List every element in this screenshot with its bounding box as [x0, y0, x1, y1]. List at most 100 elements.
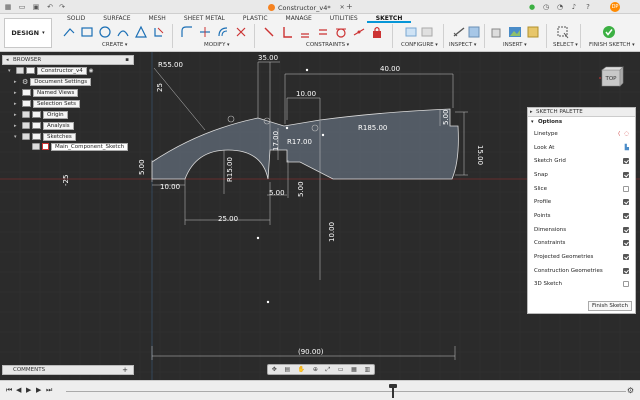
construction-geometries-checkbox[interactable]: [623, 267, 629, 274]
tree-item-origin[interactable]: ▸ Origin: [14, 110, 68, 119]
display-settings-icon[interactable]: ▭: [338, 366, 344, 373]
insert-image-icon[interactable]: [508, 25, 522, 39]
construction-linetype-icon[interactable]: ⟨: [618, 131, 620, 137]
tab-manage[interactable]: MANAGE: [277, 15, 321, 23]
dim-10-vert[interactable]: 10.00: [328, 222, 336, 242]
timeline-settings-icon[interactable]: ⚙: [627, 386, 634, 395]
pan-icon[interactable]: ✋: [298, 366, 305, 373]
perpendicular-constraint-icon[interactable]: [280, 25, 294, 39]
sketch-grid-checkbox[interactable]: [623, 158, 629, 165]
tab-sheet-metal[interactable]: SHEET METAL: [175, 15, 234, 23]
tab-plastic[interactable]: PLASTIC: [234, 15, 277, 23]
go-to-end-icon[interactable]: ⏭: [46, 386, 52, 395]
tree-root[interactable]: ▾ Constructor_v4 ◉: [8, 66, 94, 75]
tree-item-analysis[interactable]: ▸ Analysis: [14, 121, 74, 130]
circle-tool-icon[interactable]: [98, 25, 112, 39]
step-back-icon[interactable]: ◀: [16, 386, 21, 394]
dim-5-left[interactable]: 5.00: [138, 159, 146, 175]
tab-solid[interactable]: SOLID: [58, 15, 94, 23]
view-cube[interactable]: TOP: [598, 66, 624, 90]
tab-mesh[interactable]: MESH: [140, 15, 175, 23]
sketch-points[interactable]: [256, 68, 325, 304]
viewports-icon[interactable]: ▥: [364, 366, 370, 373]
save-icon[interactable]: ▣: [32, 3, 40, 11]
points-checkbox[interactable]: [623, 212, 629, 219]
workspace-switcher[interactable]: DESIGN ▾: [4, 18, 52, 48]
slice-checkbox[interactable]: [623, 185, 629, 192]
dim-r55[interactable]: R55.00: [158, 61, 183, 69]
visibility-icon[interactable]: [22, 133, 30, 140]
inspect-menu[interactable]: INSPECT: [449, 42, 476, 48]
fillet-tool-icon[interactable]: [180, 25, 194, 39]
grid-settings-icon[interactable]: ▦: [351, 366, 357, 373]
sketch-palette-header[interactable]: SKETCH PALETTE: [528, 108, 635, 117]
visibility-icon[interactable]: [22, 111, 30, 118]
configure-table-icon[interactable]: [404, 25, 418, 39]
insert-mesh-icon[interactable]: [526, 25, 540, 39]
tab-surface[interactable]: SURFACE: [94, 15, 139, 23]
insert-menu[interactable]: INSERT: [503, 42, 527, 48]
tab-sketch[interactable]: SKETCH: [366, 15, 412, 23]
step-forward-icon[interactable]: ▶: [36, 386, 41, 394]
bell-icon[interactable]: ♪: [570, 3, 578, 11]
select-menu[interactable]: SELECT: [553, 42, 578, 48]
create-menu[interactable]: CREATE: [102, 42, 127, 48]
document-tab[interactable]: Constructor_v4* ✕: [268, 2, 345, 13]
expand-icon[interactable]: ▸: [14, 101, 20, 107]
dim-90[interactable]: (90.00): [298, 348, 324, 356]
pin-icon[interactable]: ▪: [125, 56, 129, 65]
arc-tool-icon[interactable]: [116, 25, 130, 39]
modify-menu[interactable]: MODIFY: [204, 42, 230, 48]
dim-r17[interactable]: R17.00: [287, 138, 312, 146]
dim-40[interactable]: 40.00: [380, 65, 400, 73]
zoom-icon[interactable]: ⊕: [313, 366, 318, 373]
orbit-icon[interactable]: ✥: [272, 366, 277, 373]
help-icon[interactable]: ?: [584, 3, 592, 11]
constraints-menu[interactable]: CONSTRAINTS: [306, 42, 349, 48]
options-section[interactable]: Options: [528, 117, 635, 127]
projected-geometries-checkbox[interactable]: [623, 254, 629, 261]
insert-derive-icon[interactable]: [490, 25, 504, 39]
dim-r185[interactable]: R185.00: [358, 124, 387, 132]
file-icon[interactable]: ▭: [18, 3, 26, 11]
expand-icon[interactable]: ▸: [14, 123, 20, 129]
measure-icon[interactable]: [452, 25, 466, 39]
notification-icon[interactable]: ◔: [556, 3, 564, 11]
tangent-constraint-icon[interactable]: [334, 25, 348, 39]
expand-icon[interactable]: ▸: [14, 79, 20, 85]
visibility-icon[interactable]: [22, 122, 30, 129]
fit-icon[interactable]: ⤢: [325, 366, 330, 374]
rectangle-tool-icon[interactable]: [80, 25, 94, 39]
tree-item-sketches[interactable]: ▾ Sketches: [14, 132, 76, 141]
close-tab-icon[interactable]: ✕: [340, 4, 345, 11]
clock-icon[interactable]: ◷: [542, 3, 550, 11]
dim-15[interactable]: 15.00: [476, 145, 484, 165]
tree-item-named-views[interactable]: ▸ Named Views: [14, 88, 79, 97]
mirror-tool-icon[interactable]: [152, 25, 166, 39]
finish-sketch-menu[interactable]: FINISH SKETCH: [589, 42, 635, 48]
user-avatar[interactable]: DP: [610, 2, 620, 12]
tree-item-selection-sets[interactable]: ▸ Selection Sets: [14, 99, 80, 108]
equal-constraint-icon[interactable]: [316, 25, 330, 39]
target-icon[interactable]: ◉: [89, 68, 94, 74]
timeline-marker[interactable]: [389, 384, 397, 398]
inspect-curvature-icon[interactable]: [467, 25, 481, 39]
midpoint-constraint-icon[interactable]: [352, 25, 366, 39]
dim-10-top[interactable]: 10.00: [296, 90, 316, 98]
select-window-icon[interactable]: [556, 25, 570, 39]
add-comment-icon[interactable]: +: [122, 366, 128, 375]
profile-checkbox[interactable]: [623, 199, 629, 206]
dim-17[interactable]: 17.00: [272, 131, 280, 151]
dim-5-right[interactable]: 5.00: [442, 109, 450, 125]
undo-icon[interactable]: ↶: [46, 3, 54, 11]
dim-r15[interactable]: R15.00: [226, 157, 234, 182]
configure-menu[interactable]: CONFIGURE: [401, 42, 438, 48]
browser-header[interactable]: BROWSER ▪: [2, 55, 134, 65]
dim-25-bottom[interactable]: 25.00: [218, 215, 238, 223]
comments-panel[interactable]: COMMENTS +: [2, 365, 134, 375]
line-tool-icon[interactable]: [62, 25, 76, 39]
look-at-nav-icon[interactable]: ▤: [284, 366, 290, 373]
lock-icon[interactable]: [370, 25, 384, 39]
tab-utilities[interactable]: UTILITIES: [321, 15, 367, 23]
new-tab-icon[interactable]: +: [346, 2, 353, 11]
